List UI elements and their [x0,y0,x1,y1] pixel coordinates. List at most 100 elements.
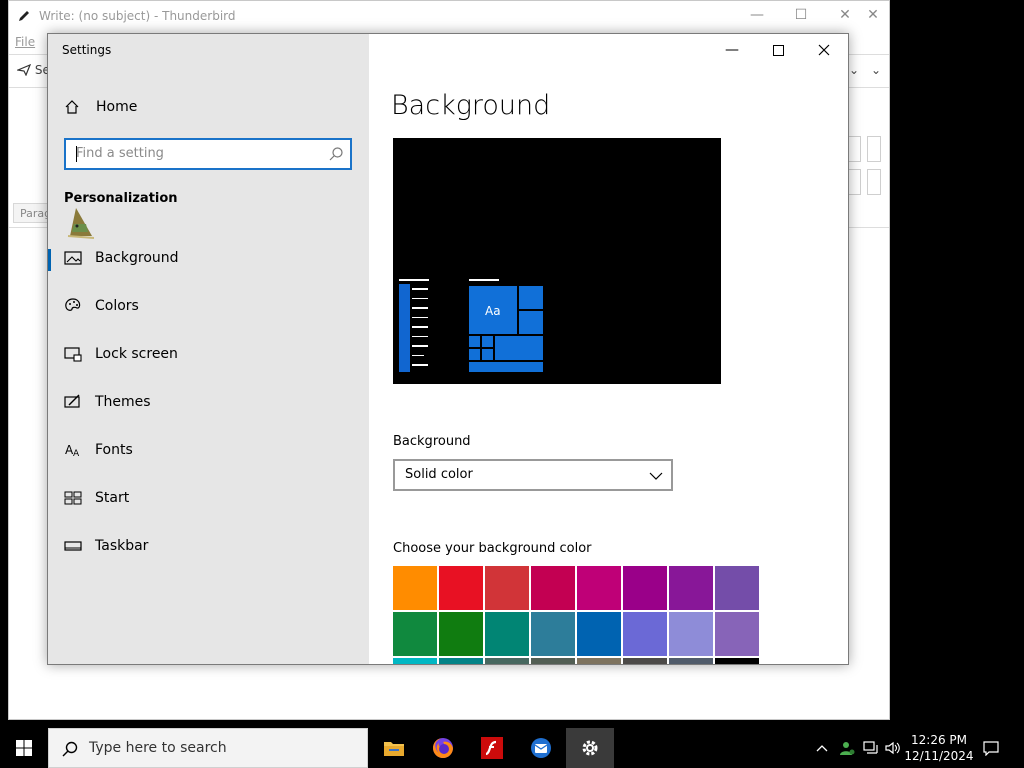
color-swatch[interactable] [439,566,483,610]
subject-field[interactable] [867,169,881,195]
maximize-button[interactable] [755,34,801,66]
lock-screen-icon [64,347,82,362]
settings-nav-pane: Settings Home Find a setting Personaliza… [48,34,369,664]
minimize-button[interactable]: — [747,7,767,23]
preview-tile [469,362,543,372]
nav-item-start[interactable]: Start [48,479,369,519]
close-button[interactable]: ✕ [835,7,855,23]
thunderbird-taskbar-button[interactable] [517,728,565,768]
chevron-down-icon[interactable]: ⌄ [871,63,881,77]
color-swatch[interactable] [623,612,667,656]
nav-home[interactable]: Home [64,96,137,118]
color-swatch[interactable] [715,566,759,610]
send-icon [15,63,32,77]
color-swatch[interactable] [393,658,437,664]
background-type-dropdown[interactable]: Solid color [393,459,673,491]
nav-item-themes[interactable]: Themes [48,383,369,423]
taskbar: Type here to search 12:26 PM 12/11/2024 [0,728,1024,768]
color-swatch[interactable] [439,612,483,656]
color-swatch[interactable] [393,612,437,656]
nav-item-label: Themes [95,394,151,410]
file-explorer-taskbar-button[interactable] [370,728,418,768]
palette-icon [65,298,81,311]
color-swatch[interactable] [715,612,759,656]
nav-item-taskbar[interactable]: Taskbar [48,527,369,567]
send-button[interactable]: Se [15,63,50,77]
volume-tray-icon[interactable] [882,728,904,768]
subject-field[interactable] [847,169,861,195]
clock-time: 12:26 PM [911,733,967,747]
taskbar-icon [64,541,82,551]
desktop: Write: (no subject) - Thunderbird — ☐ ✕ … [0,0,1024,720]
close-icon [818,44,830,56]
svg-text:A: A [73,449,80,459]
color-swatch[interactable] [393,566,437,610]
preview-tile [495,336,543,360]
settings-window-title: Settings [62,43,112,57]
settings-taskbar-button[interactable] [566,728,614,768]
color-swatch[interactable] [577,566,621,610]
color-swatch[interactable] [669,612,713,656]
menu-file[interactable]: File [15,35,35,49]
search-icon [62,741,78,757]
speaker-icon [885,741,900,755]
themes-icon [64,394,80,408]
taskbar-clock[interactable]: 12:26 PM 12/11/2024 [902,732,976,764]
color-swatch[interactable] [623,658,667,664]
color-swatch[interactable] [715,658,759,664]
settings-search-input[interactable]: Find a setting [64,138,352,170]
color-swatch[interactable] [485,658,529,664]
color-swatch[interactable] [439,658,483,664]
taskbar-search-box[interactable]: Type here to search [48,728,368,768]
page-title: Background [391,90,551,121]
color-swatch[interactable] [531,566,575,610]
preview-menu-line [412,364,428,366]
flash-taskbar-button[interactable] [468,728,516,768]
address-field[interactable] [847,136,861,162]
color-swatch[interactable] [577,658,621,664]
color-swatch[interactable] [623,566,667,610]
close-button-secondary[interactable]: ✕ [863,7,883,23]
nav-item-label: Start [95,490,130,506]
chevron-down-icon [649,472,663,480]
color-swatch[interactable] [531,658,575,664]
color-swatch[interactable] [485,566,529,610]
dropdown-value: Solid color [405,467,473,482]
color-swatch[interactable] [669,658,713,664]
color-swatch[interactable] [577,612,621,656]
minimize-button[interactable]: — [709,34,755,66]
settings-window[interactable]: Settings Home Find a setting Personaliza… [47,33,849,665]
maximize-button[interactable]: ☐ [791,7,811,23]
preview-line [469,279,499,281]
notifications-button[interactable] [980,728,1002,768]
preview-tile [519,286,543,309]
show-hidden-icons-button[interactable] [812,728,832,768]
color-swatch[interactable] [669,566,713,610]
preview-tile [469,349,480,360]
chevron-down-icon[interactable]: ⌄ [849,63,859,77]
search-placeholder: Find a setting [76,146,164,161]
background-type-label: Background [393,434,471,449]
preview-menu-line [412,335,428,337]
section-heading: Personalization [64,191,178,206]
fonts-icon: AA [65,443,80,459]
nav-item-fonts[interactable]: AA Fonts [48,431,369,471]
start-button[interactable] [0,728,48,768]
color-swatch[interactable] [485,612,529,656]
nav-item-lock-screen[interactable]: Lock screen [48,335,369,375]
color-swatch[interactable] [531,612,575,656]
preview-menu-line [412,297,428,299]
firefox-taskbar-button[interactable] [419,728,467,768]
nav-item-colors[interactable]: Colors [48,287,369,327]
gear-icon [582,740,598,756]
nav-item-background[interactable]: Background [48,239,369,279]
thunderbird-icon [531,738,551,758]
user-tray-icon[interactable] [836,728,858,768]
choose-color-label: Choose your background color [393,541,592,556]
network-tray-icon[interactable] [860,728,882,768]
nav-item-label: Lock screen [95,346,178,362]
close-button[interactable] [801,34,847,66]
preview-tile-text: Aa [485,304,501,318]
desktop-preview: Aa [393,138,721,384]
address-field[interactable] [867,136,881,162]
